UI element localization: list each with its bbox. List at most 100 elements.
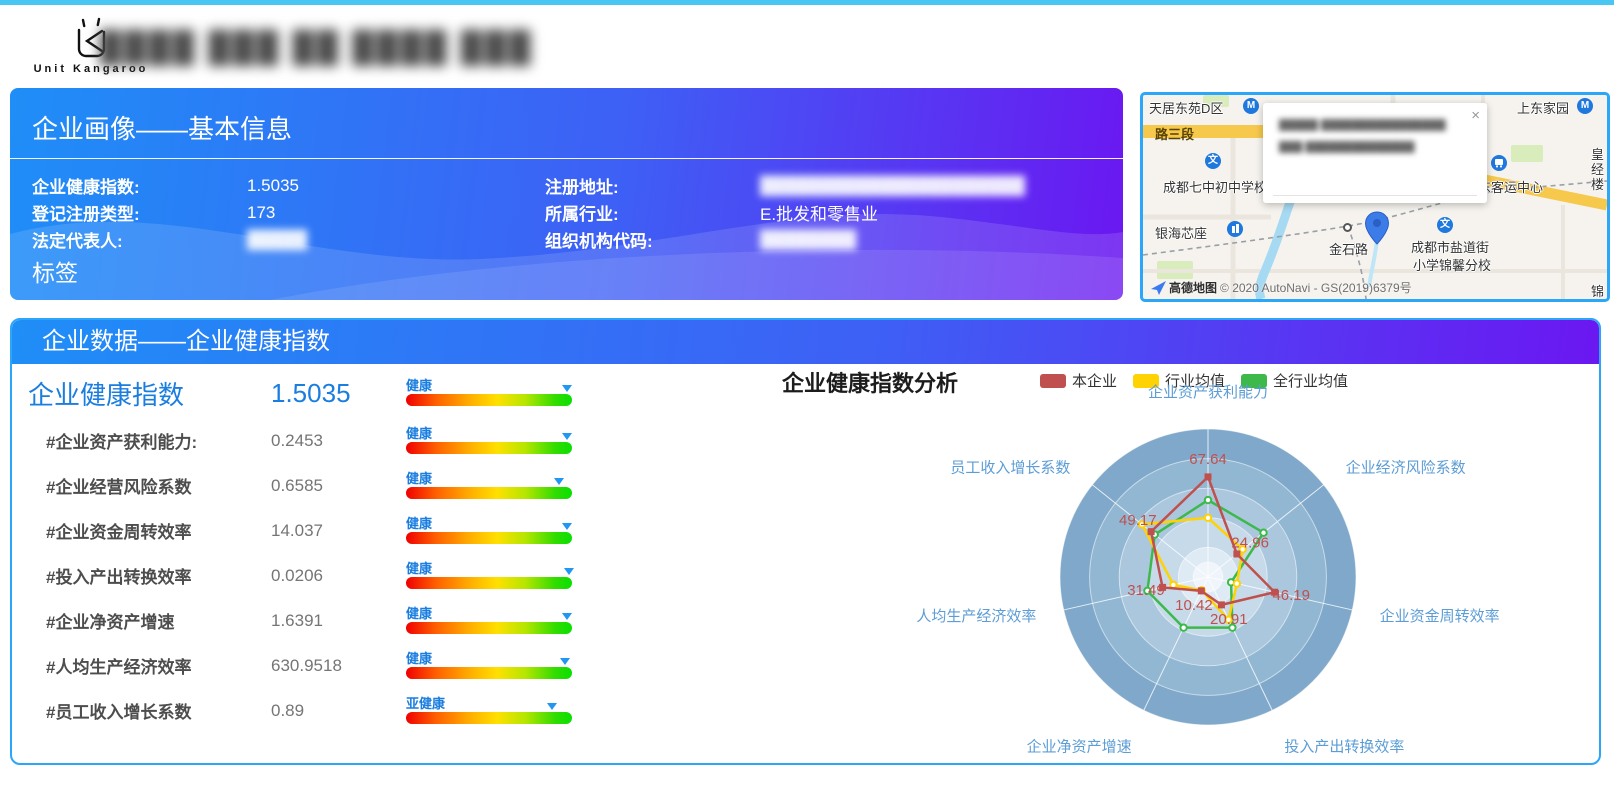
metric-value: 630.9518 xyxy=(271,656,406,676)
metric-row: #投入产出转换效率0.0206健康 xyxy=(16,553,601,598)
radar-axis-label: 员工收入增长系数 xyxy=(950,459,1070,476)
amap-logo-text: 高德地图 xyxy=(1169,279,1217,296)
radar-axis-label: 企业资产获利能力 xyxy=(1148,383,1268,401)
radar-value-label: 24.96 xyxy=(1231,534,1269,551)
health-status-label: 亚健康 xyxy=(406,693,445,712)
radar-value-label: 20.91 xyxy=(1210,611,1248,628)
radar-axis-label: 企业净资产增速 xyxy=(1027,738,1132,756)
popup-company-redacted: █████ ████████████████ xyxy=(1279,119,1465,131)
gauge-marker-icon xyxy=(562,385,572,392)
metric-label: 企业健康指数 xyxy=(16,375,271,412)
metro-icon: M xyxy=(1577,98,1593,114)
metric-value: 1.5035 xyxy=(271,378,406,409)
metric-value: 0.6585 xyxy=(271,476,406,496)
map-road-label: 金石路 xyxy=(1329,239,1368,258)
metric-row: #企业经营风险系数0.6585健康 xyxy=(16,463,601,508)
field-row: 法定代表人: █████ xyxy=(32,226,307,253)
location-pin-icon xyxy=(1364,211,1390,245)
copyright-text: © 2020 AutoNavi - GS(2019)6379号 xyxy=(1220,279,1412,296)
field-value-redacted: ████████ xyxy=(760,230,856,250)
field-row: 组织机构代码: ████████ xyxy=(545,226,1025,253)
gauge-marker-icon xyxy=(554,478,564,485)
popup-address-redacted: ███ ██████████████ xyxy=(1279,141,1445,153)
metrics-list: 企业健康指数1.5035健康#企业资产获利能力:0.2453健康#企业经营风险系… xyxy=(16,368,601,733)
close-icon[interactable]: × xyxy=(1471,107,1480,124)
health-status-label: 健康 xyxy=(406,648,432,667)
health-status-label: 健康 xyxy=(406,558,432,577)
metric-value: 0.89 xyxy=(271,701,406,721)
panel-title: 企业数据——企业健康指数 xyxy=(12,320,1599,364)
metric-label: #企业资产获利能力: xyxy=(16,428,271,453)
page-header: Unit Kangaroo ████ ███ ██ ████ ███ xyxy=(0,5,1614,85)
gauge-gradient-track xyxy=(406,442,572,454)
gauge-gradient-track xyxy=(406,622,572,634)
metric-label: #企业经营风险系数 xyxy=(16,473,271,498)
radar-chart[interactable]: 企业资产获利能力企业经济风险系数企业资金周转效率投入产出转换效率企业净资产增速人… xyxy=(642,370,1601,765)
field-label: 登记注册类型: xyxy=(32,200,247,225)
radar-axis-label: 企业资金周转效率 xyxy=(1380,607,1500,625)
gauge-gradient-track xyxy=(406,712,572,724)
map-poi-label-vertical: 皇经楼 xyxy=(1591,147,1605,192)
basic-info-panel: 企业画像——基本信息 企业健康指数: 1.5035 登记注册类型: 173 法定… xyxy=(10,88,1123,300)
field-label: 注册地址: xyxy=(545,173,760,198)
gauge-gradient-track xyxy=(406,394,572,406)
metric-label: #企业资金周转效率 xyxy=(16,518,271,543)
field-value: 1.5035 xyxy=(247,176,299,196)
metric-value: 1.6391 xyxy=(271,611,406,631)
health-index-panel: 企业数据——企业健康指数 企业健康指数1.5035健康#企业资产获利能力:0.2… xyxy=(10,318,1601,765)
map-info-popup: × █████ ████████████████ ███ ███████████… xyxy=(1263,103,1487,203)
health-status-label: 健康 xyxy=(406,468,432,487)
radar-value-label: 49.17 xyxy=(1119,512,1157,529)
map-poi-label: 银海芯座 xyxy=(1155,223,1207,242)
school-icon: 文 xyxy=(1437,217,1453,233)
health-status-label: 健康 xyxy=(406,423,432,442)
basic-info-right-column: 注册地址: ██████████████████████ 所属行业: E.批发和… xyxy=(545,172,1025,253)
gauge-gradient-track xyxy=(406,487,572,499)
gauge-gradient-track xyxy=(406,577,572,589)
metro-entrance-marker xyxy=(1343,223,1352,232)
field-row: 企业健康指数: 1.5035 xyxy=(32,172,307,199)
radar-value-label: 10.42 xyxy=(1175,597,1213,614)
radar-value-label: 46.19 xyxy=(1272,587,1310,604)
metric-value: 0.0206 xyxy=(271,566,406,586)
map-poi-label: 成都市盐道街 xyxy=(1411,237,1489,256)
field-row: 登记注册类型: 173 xyxy=(32,199,307,226)
health-gauge: 亚健康 xyxy=(406,712,572,724)
health-gauge: 健康 xyxy=(406,532,572,544)
radar-axis-label: 投入产出转换效率 xyxy=(1284,739,1404,756)
radar-value-label: 67.64 xyxy=(1189,451,1227,468)
amap-logo-icon xyxy=(1151,281,1166,295)
field-row: 注册地址: ██████████████████████ xyxy=(545,172,1025,199)
bus-icon xyxy=(1491,155,1507,171)
gauge-marker-icon xyxy=(562,523,572,530)
metric-row: #企业资金周转效率14.037健康 xyxy=(16,508,601,553)
basic-info-left-column: 企业健康指数: 1.5035 登记注册类型: 173 法定代表人: █████ xyxy=(32,172,307,253)
metric-row: 企业健康指数1.5035健康 xyxy=(16,368,601,418)
health-gauge: 健康 xyxy=(406,577,572,589)
tags-heading: 标签 xyxy=(32,254,78,288)
field-value: 173 xyxy=(247,203,275,223)
metric-value: 0.2453 xyxy=(271,431,406,451)
gauge-gradient-track xyxy=(406,667,572,679)
health-gauge: 健康 xyxy=(406,622,572,634)
gauge-marker-icon xyxy=(547,703,557,710)
map-poi-label: 锦 xyxy=(1591,281,1604,300)
field-value-redacted: █████ xyxy=(247,230,307,250)
metric-value: 14.037 xyxy=(271,521,406,541)
location-map[interactable]: 天居东苑D区 M 路三段 文 成都七中初中学校 上东家园 M 成东客运中心 皇经… xyxy=(1140,92,1610,302)
school-icon: 文 xyxy=(1205,153,1221,169)
health-status-label: 健康 xyxy=(406,375,432,394)
company-name-redacted: ████ ███ ██ ████ ███ xyxy=(100,31,533,65)
map-attribution: 高德地图 © 2020 AutoNavi - GS(2019)6379号 xyxy=(1151,279,1412,296)
map-poi-label: 小学锦馨分校 xyxy=(1413,255,1491,274)
metric-row: #企业净资产增速1.6391健康 xyxy=(16,598,601,643)
map-poi-label: 成都七中初中学校 xyxy=(1163,177,1267,196)
map-poi-label: 天居东苑D区 xyxy=(1149,98,1223,117)
map-poi-label: 上东家园 xyxy=(1517,98,1569,117)
metric-label: #人均生产经济效率 xyxy=(16,653,271,678)
metric-row: #人均生产经济效率630.9518健康 xyxy=(16,643,601,688)
health-status-label: 健康 xyxy=(406,513,432,532)
metric-row: #员工收入增长系数0.89亚健康 xyxy=(16,688,601,733)
metric-row: #企业资产获利能力:0.2453健康 xyxy=(16,418,601,463)
field-label: 法定代表人: xyxy=(32,227,247,252)
